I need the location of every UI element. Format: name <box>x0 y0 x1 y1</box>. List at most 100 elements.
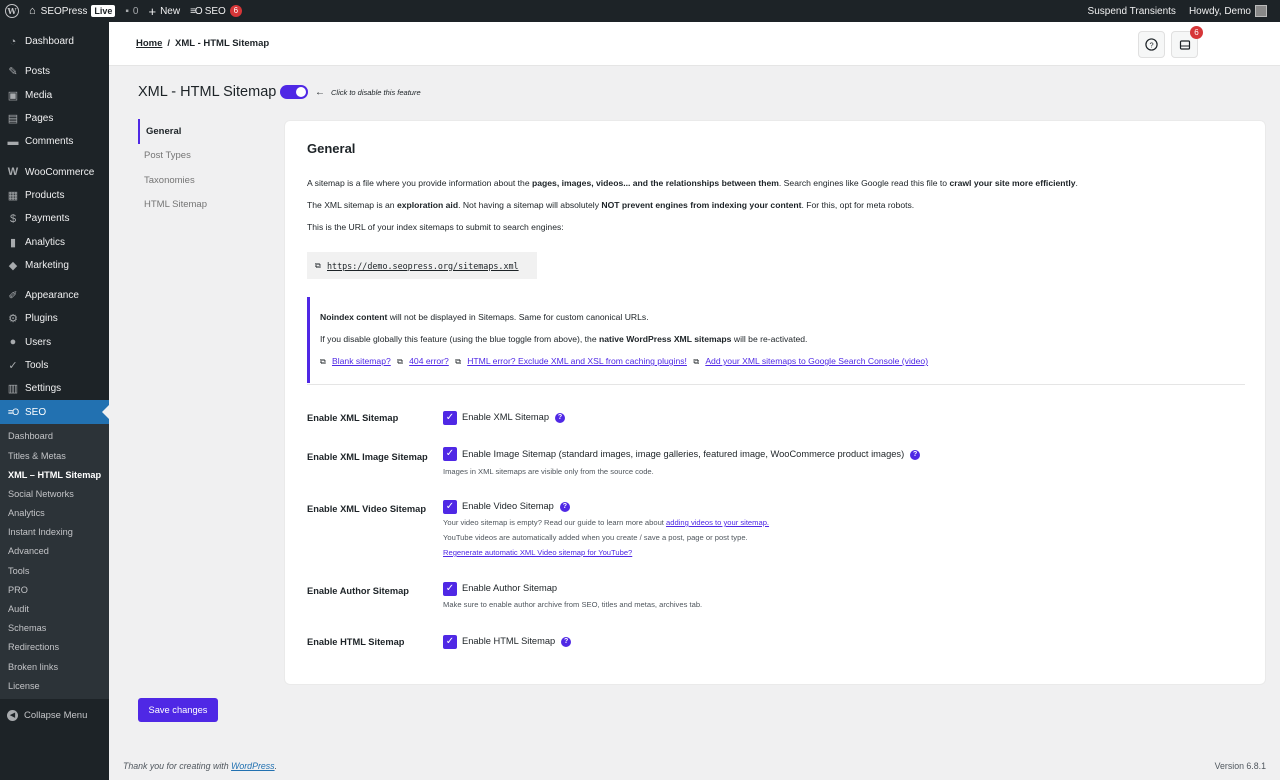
checkmark-icon: ✓ <box>445 412 455 423</box>
text-bold: NOT prevent engines from indexing your c… <box>601 200 802 210</box>
external-link-icon: ⧉ <box>693 356 700 366</box>
collapse-menu-button[interactable]: ◀ Collapse Menu <box>0 703 109 727</box>
breadcrumb-home-link[interactable]: Home <box>136 38 162 49</box>
help-icon[interactable]: ? <box>559 501 570 512</box>
sidebar-item-products[interactable]: ▦ Products <box>0 184 109 207</box>
sidebar-item-dashboard[interactable]: ◔ Dashboard <box>0 30 109 53</box>
enable-xml-sitemap-checkbox[interactable]: ✓ <box>443 411 457 425</box>
wordpress-link[interactable]: WordPress <box>231 761 275 771</box>
submenu-item-tools[interactable]: Tools <box>0 561 109 580</box>
notifications-button[interactable]: 6 <box>1171 26 1203 58</box>
adding-videos-link[interactable]: adding videos to your sitemap. <box>666 518 769 527</box>
tab-general[interactable]: General <box>138 119 268 144</box>
submenu-item-pro[interactable]: PRO <box>0 580 109 599</box>
sitemap-url-link[interactable]: https://demo.seopress.org/sitemaps.xml <box>327 261 519 271</box>
sidebar-item-label: Posts <box>25 66 51 78</box>
dashboard-icon: ◔ <box>9 35 17 48</box>
breadcrumb: Home / XML - HTML Sitemap <box>136 38 269 49</box>
404-error-link[interactable]: 404 error? <box>409 356 449 366</box>
help-icon[interactable]: ? <box>561 636 572 647</box>
seo-submenu: Dashboard Titles & Metas XML – HTML Site… <box>0 423 109 700</box>
submenu-item-schemas[interactable]: Schemas <box>0 619 109 638</box>
text: . Not having a sitemap will absolutely <box>458 200 602 210</box>
tab-html-sitemap[interactable]: HTML Sitemap <box>138 193 268 218</box>
submenu-item-redirections[interactable]: Redirections <box>0 638 109 657</box>
suspend-transients-link[interactable]: Suspend Transients <box>1083 0 1181 22</box>
plus-icon: + <box>148 3 157 19</box>
help-button[interactable]: ? <box>1138 31 1165 58</box>
wp-logo-button[interactable]: W <box>0 0 24 22</box>
enable-image-sitemap-checkbox[interactable]: ✓ <box>443 447 457 461</box>
sidebar-item-woocommerce[interactable]: W WooCommerce <box>0 160 109 183</box>
sidebar-item-tools[interactable]: ✓ Tools <box>0 354 109 377</box>
feature-toggle[interactable] <box>280 85 308 99</box>
footer-thanks: Thank you for creating with WordPress. <box>123 761 277 771</box>
site-name-link[interactable]: ⌂ SEOPress Live <box>24 0 120 22</box>
sidebar-item-analytics[interactable]: ▮ Analytics <box>0 230 109 253</box>
enable-xml-sitemap-option[interactable]: Enable XML Sitemap? <box>462 412 565 423</box>
sitemap-url-box: ⧉ https://demo.seopress.org/sitemaps.xml <box>307 252 537 279</box>
sidebar-item-marketing[interactable]: ◆ Marketing <box>0 254 109 277</box>
account-menu[interactable]: Howdy, Demo <box>1181 0 1280 22</box>
sidebar-item-comments[interactable]: ▬ Comments <box>0 130 109 153</box>
submenu-item-titles-metas[interactable]: Titles & Metas <box>0 446 109 465</box>
sidebar-item-plugins[interactable]: ⚙ Plugins <box>0 307 109 330</box>
comments-link[interactable]: ▪ 0 <box>120 0 143 22</box>
submenu-item-social-networks[interactable]: Social Networks <box>0 484 109 503</box>
save-changes-button[interactable]: Save changes <box>138 698 218 722</box>
sidebar-item-posts[interactable]: ✎ Posts <box>0 60 109 83</box>
option-text: Enable HTML Sitemap <box>462 636 556 646</box>
option-text: Enable Author Sitemap <box>462 583 558 593</box>
enable-html-sitemap-option[interactable]: Enable HTML Sitemap? <box>462 636 572 647</box>
submenu-item-broken-links[interactable]: Broken links <box>0 657 109 676</box>
new-content-link[interactable]: + New <box>143 0 185 22</box>
submenu-item-analytics[interactable]: Analytics <box>0 504 109 523</box>
html-error-link[interactable]: HTML error? Exclude XML and XSL from cac… <box>467 356 687 366</box>
sidebar-item-settings[interactable]: ▥ Settings <box>0 377 109 400</box>
general-settings-card: General A sitemap is a file where you pr… <box>284 120 1266 685</box>
woo-icon: W <box>7 166 19 179</box>
enable-video-sitemap-option[interactable]: Enable Video Sitemap? <box>462 501 570 512</box>
submenu-item-dashboard[interactable]: Dashboard <box>0 427 109 446</box>
enable-author-sitemap-option[interactable]: Enable Author Sitemap <box>462 583 557 593</box>
help-icon[interactable]: ? <box>910 449 921 460</box>
submenu-item-xml-html-sitemap[interactable]: XML – HTML Sitemap <box>0 465 109 484</box>
notice-links: ⧉ Blank sitemap? ⧉ 404 error? ⧉ HTML error?… <box>320 356 932 367</box>
help-icon[interactable]: ? <box>555 412 565 423</box>
seo-adminbar-link[interactable]: ≡O SEO 6 <box>185 0 247 22</box>
submenu-item-advanced[interactable]: Advanced <box>0 542 109 561</box>
blank-sitemap-link[interactable]: Blank sitemap? <box>332 356 391 366</box>
sidebar-item-seo[interactable]: ≡O SEO <box>0 400 109 424</box>
enable-html-sitemap-checkbox[interactable]: ✓ <box>443 635 457 649</box>
sidebar-item-label: Appearance <box>25 290 79 302</box>
submenu-item-audit[interactable]: Audit <box>0 599 109 618</box>
enable-image-sitemap-option[interactable]: Enable Image Sitemap (standard images, i… <box>462 449 921 460</box>
regenerate-video-sitemap-link[interactable]: Regenerate automatic XML Video sitemap f… <box>443 548 632 557</box>
sidebar-item-media[interactable]: ▣ Media <box>0 84 109 107</box>
option-text: Enable Image Sitemap (standard images, i… <box>462 449 905 459</box>
collapse-icon: ◀ <box>7 709 18 721</box>
tab-post-types[interactable]: Post Types <box>138 144 268 169</box>
search-console-link[interactable]: Add your XML sitemaps to Google Search C… <box>705 356 928 366</box>
media-icon: ▣ <box>7 89 19 102</box>
text: . <box>1075 178 1078 188</box>
sidebar-item-users[interactable]: ● Users <box>0 331 109 354</box>
sidebar-item-label: Settings <box>25 383 62 395</box>
tab-taxonomies[interactable]: Taxonomies <box>138 168 268 193</box>
sidebar-item-pages[interactable]: ▤ Pages <box>0 107 109 130</box>
plug-icon: ⚙ <box>8 313 18 326</box>
intro-paragraph-3: This is the URL of your index sitemaps t… <box>307 222 564 232</box>
submenu-item-instant-indexing[interactable]: Instant Indexing <box>0 523 109 542</box>
divider <box>307 384 1245 385</box>
sidebar-item-payments[interactable]: $ Payments <box>0 207 109 230</box>
seo-logo-icon: ≡O <box>190 5 203 17</box>
enable-xml-sitemap-label: Enable XML Sitemap <box>307 413 399 423</box>
enable-author-sitemap-checkbox[interactable]: ✓ <box>443 582 457 596</box>
enable-video-sitemap-checkbox[interactable]: ✓ <box>443 500 457 514</box>
section-heading: General <box>307 141 356 156</box>
submenu-item-license[interactable]: License <box>0 676 109 695</box>
intro-paragraph-2: The XML sitemap is an exploration aid. N… <box>307 200 914 210</box>
svg-text:?: ? <box>1149 40 1153 49</box>
enable-image-sitemap-label: Enable XML Image Sitemap <box>307 452 428 462</box>
sidebar-item-appearance[interactable]: ✐ Appearance <box>0 284 109 307</box>
